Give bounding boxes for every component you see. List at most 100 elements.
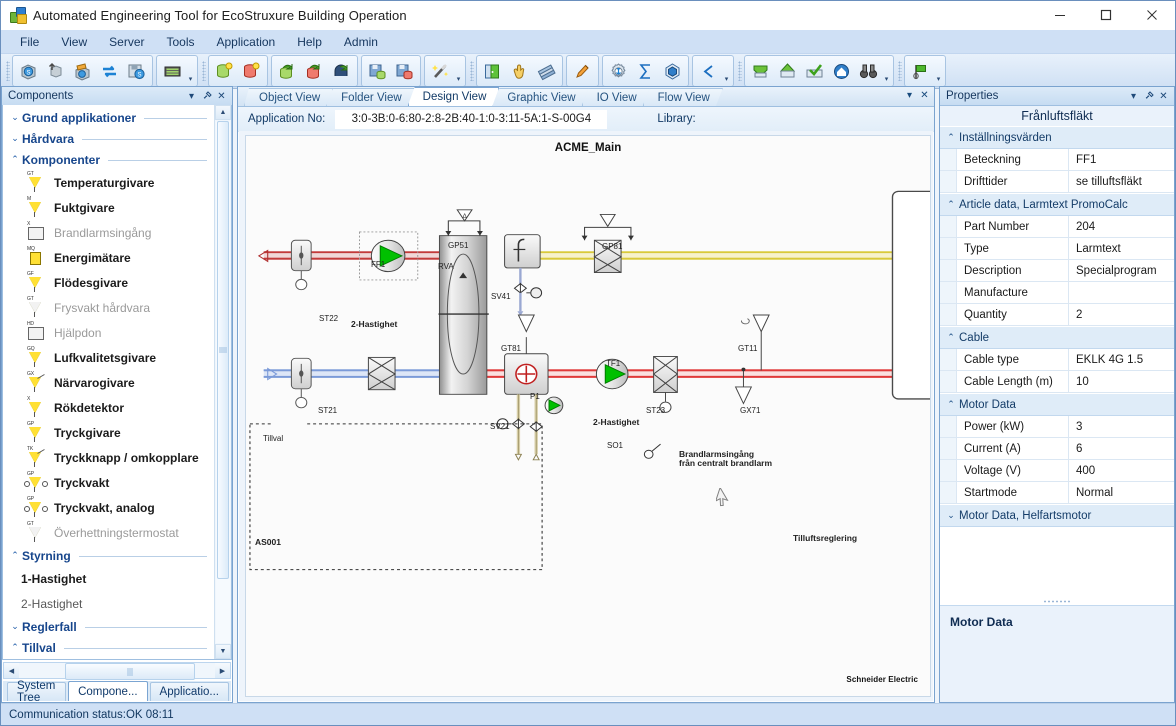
property-row[interactable]: DescriptionSpecialprogram [940,260,1174,282]
tree-item-hjälpdon[interactable]: HDHjälpdon [3,320,215,345]
properties-splitter[interactable] [942,599,1172,604]
tree-item-rökdetektor[interactable]: XRökdetektor [3,395,215,420]
lt-dropdown-icon[interactable]: ▾ [722,57,731,86]
pin-icon[interactable] [199,89,214,104]
tree-item-tryckvakt-analog[interactable]: GPTryckvakt, analog [3,495,215,520]
property-value[interactable]: Normal [1069,482,1174,503]
chevron-icon[interactable]: ⌄ [943,510,959,521]
tab-folder-view[interactable]: Folder View [326,88,415,106]
tree-group-h-rdvara[interactable]: ⌄Hårdvara [3,128,215,149]
transfer-dropdown-icon[interactable]: ▾ [882,57,891,86]
property-row[interactable]: Drifttiderse tilluftsfläkt [940,171,1174,193]
less-than-icon[interactable] [696,58,721,84]
property-row[interactable]: Power (kW)3 [940,416,1174,438]
chevron-icon[interactable]: ⌃ [8,550,22,561]
sync-arrows-icon[interactable] [97,58,122,84]
property-value[interactable] [1069,282,1174,303]
tab-design-view[interactable]: Design View [408,87,500,106]
chevron-icon[interactable]: ⌃ [943,399,959,410]
application-no-field[interactable]: 3:0-3B:0-6:80-2:8-2B:40-1:0-3:11-5A:1-S-… [335,110,607,129]
chevron-icon[interactable]: ⌃ [943,132,959,143]
properties-section-article-data-larmtext-promocalc[interactable]: ⌃Article data, Larmtext PromoCalc [940,193,1174,216]
wand-icon[interactable] [428,58,453,84]
toolbar-grip[interactable] [6,61,10,81]
property-row[interactable]: Current (A)6 [940,438,1174,460]
menu-tools[interactable]: Tools [155,33,205,51]
property-row[interactable]: Part Number204 [940,216,1174,238]
components-vscrollbar[interactable]: ▲ ▼ [214,105,231,659]
toolbar-grip-2[interactable] [202,61,206,81]
menu-file[interactable]: File [9,33,50,51]
minimize-button[interactable] [1037,1,1083,29]
tree-item-tryckvakt[interactable]: GPTryckvakt [3,470,215,495]
upload-green-icon[interactable] [775,58,800,84]
tree-item-lufkvalitetsgivare[interactable]: GQLufkvalitetsgivare [3,345,215,370]
tab-flow-view[interactable]: Flow View [643,88,723,106]
tree-group-reglerfall[interactable]: ⌄Reglerfall [3,616,215,637]
download-green-icon[interactable] [748,58,773,84]
property-row[interactable]: Voltage (V)400 [940,460,1174,482]
chevron-icon[interactable]: ⌃ [943,332,959,343]
tree-item-2-hastighet[interactable]: 2-Hastighet [3,591,215,616]
pin-icon[interactable] [1141,89,1156,104]
toolbar-grip-3[interactable] [470,61,474,81]
flag-dropdown-icon[interactable]: ▾ [934,57,943,86]
tree-item-frysvakt-hårdvara[interactable]: GTFrysvakt hårdvara [3,295,215,320]
property-value[interactable]: Specialprogram [1069,260,1174,281]
upload-arrow-icon[interactable] [43,58,68,84]
tree-group-grund-applikationer[interactable]: ⌄Grund applikationer [3,107,215,128]
menu-application[interactable]: Application [206,33,287,51]
cube-tag-icon[interactable] [70,58,95,84]
tree-item-brandlarmsingång[interactable]: XBrandlarmsingång [3,220,215,245]
property-row[interactable]: StartmodeNormal [940,482,1174,504]
property-value[interactable]: 204 [1069,216,1174,237]
tab-object-view[interactable]: Object View [244,88,333,106]
bottom-tab-compone-[interactable]: Compone... [68,681,147,701]
scrollbar-thumb[interactable] [217,121,229,579]
scroll-right-arrow[interactable]: ▶ [215,663,230,678]
scroll-left-arrow[interactable]: ◀ [4,663,19,678]
tree-item-tryckknapp-omkopplare[interactable]: TKTryckknapp / omkopplare [3,445,215,470]
tree-group-komponenter[interactable]: ⌃Komponenter [3,149,215,170]
server-rack-icon[interactable] [160,58,185,84]
database-blue-arrow-icon[interactable] [329,58,354,84]
hscrollbar-thumb[interactable] [65,663,195,680]
save-red-icon[interactable] [392,58,417,84]
database-red-new-icon[interactable] [239,58,264,84]
properties-section-inst-llningsv-rden[interactable]: ⌃Inställningsvärden [940,126,1174,149]
chevron-icon[interactable]: ⌃ [8,642,22,653]
door-green-icon[interactable] [480,58,505,84]
chevron-icon[interactable]: ⌄ [8,112,22,123]
scroll-down-arrow[interactable]: ▼ [215,644,231,659]
toolbar-grip-5[interactable] [898,61,902,81]
property-row[interactable]: Cable Length (m)10 [940,371,1174,393]
chevron-icon[interactable]: ⌄ [8,133,22,144]
property-value[interactable]: EKLK 4G 1.5 [1069,349,1174,370]
properties-section-cable[interactable]: ⌃Cable [940,326,1174,349]
menu-admin[interactable]: Admin [333,33,389,51]
bottom-tab-applicatio-[interactable]: Applicatio... [150,682,229,701]
property-value[interactable]: Larmtext [1069,238,1174,259]
chevron-icon[interactable]: ⌄ [8,621,22,632]
toolbar-grip-4[interactable] [738,61,742,81]
chevron-icon[interactable]: ⌃ [8,154,22,165]
tree-item-energimätare[interactable]: MQEnergimätare [3,245,215,270]
tree-group-styrning[interactable]: ⌃Styrning [3,545,215,566]
design-canvas[interactable]: ACME_Main [245,135,931,697]
property-value[interactable]: 400 [1069,460,1174,481]
tree-item-närvarogivare[interactable]: GXNärvarogivare [3,370,215,395]
chevron-down-icon[interactable]: ▾ [184,89,199,104]
properties-section-motor-data[interactable]: ⌃Motor Data [940,393,1174,416]
property-row[interactable]: BeteckningFF1 [940,149,1174,171]
tree-item-1-hastighet[interactable]: 1-Hastighet [3,566,215,591]
hex-blue-icon[interactable] [660,58,685,84]
binoculars-icon[interactable] [856,58,881,84]
property-row[interactable]: Manufacture [940,282,1174,304]
property-row[interactable]: Quantity2 [940,304,1174,326]
close-icon[interactable]: ✕ [917,88,932,103]
wand-dropdown-icon[interactable]: ▾ [454,57,463,86]
components-hscrollbar[interactable]: ◀ ▶ [3,662,231,679]
sigma-icon[interactable] [633,58,658,84]
save-green-icon[interactable] [365,58,390,84]
tree-item-tryckgivare[interactable]: GPTryckgivare [3,420,215,445]
